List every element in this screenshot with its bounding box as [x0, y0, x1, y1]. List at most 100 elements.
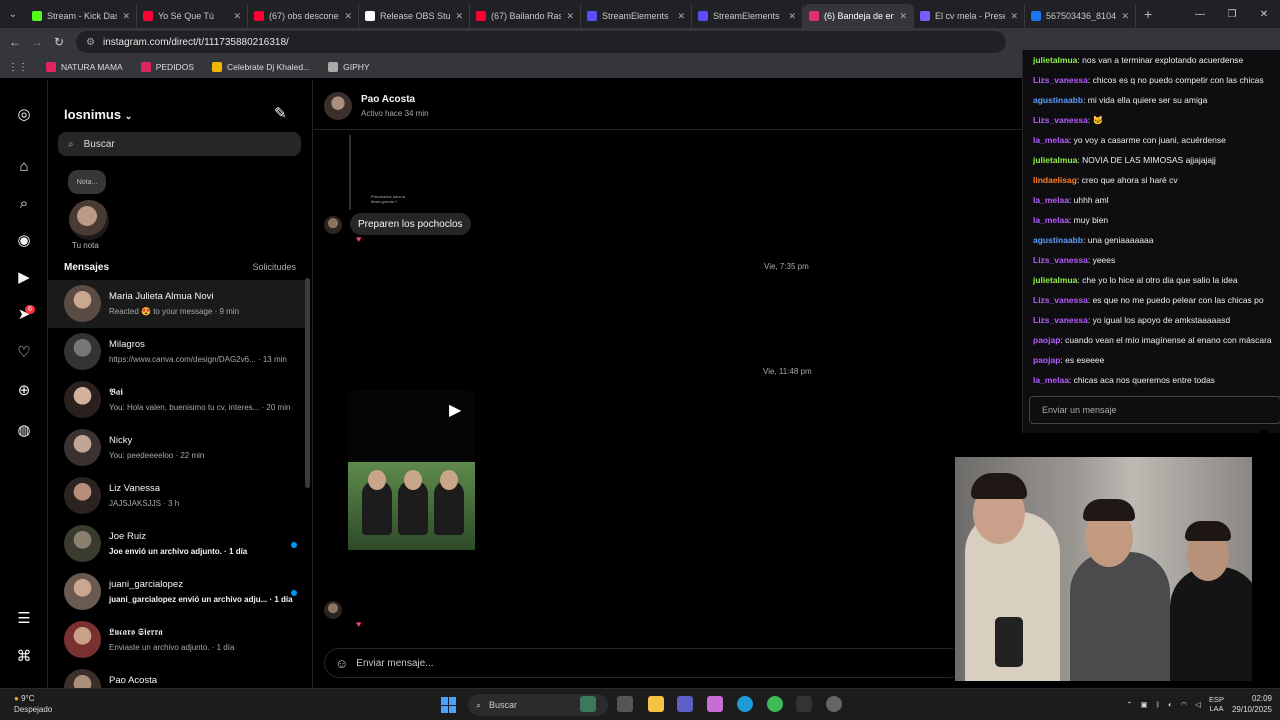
tab-close-icon[interactable]: ✕ — [455, 11, 463, 22]
audio-icon[interactable]: ◐ — [1168, 700, 1173, 709]
site-info-icon[interactable]: ⚙ — [86, 37, 95, 48]
stream-chat-input[interactable]: Enviar un mensaje — [1029, 396, 1280, 424]
capcut-icon[interactable] — [796, 696, 812, 712]
chat-username[interactable]: Lizs_vanessa — [1033, 75, 1088, 85]
message-input[interactable]: ☺ Enviar mensaje... — [324, 648, 964, 678]
explore-icon[interactable]: ◉ — [14, 230, 34, 250]
conversation-item[interactable]: Maria Julieta Almua Novi Reacted 😍 to you… — [48, 280, 306, 328]
heart-reaction-icon[interactable]: ♥ — [356, 619, 368, 629]
conversation-item[interactable]: juani_garcialopez juani_garcialopez envió… — [48, 568, 306, 616]
bluetooth-icon[interactable]: ᛒ — [1156, 700, 1161, 709]
avatar[interactable] — [324, 92, 352, 120]
chat-username[interactable]: agustinaabb — [1033, 235, 1083, 245]
conversation-item[interactable]: Milagros https://www.canva.com/design/DAG… — [48, 328, 306, 376]
note-bubble[interactable]: Nota... — [68, 170, 106, 194]
message-bubble[interactable]: Preparen los pochoclos — [350, 213, 471, 235]
url-field[interactable]: ⚙ instagram.com/direct/t/111735880216318… — [76, 31, 1006, 53]
profile-icon[interactable]: ◍ — [14, 420, 34, 440]
new-tab-button[interactable]: + — [1144, 6, 1152, 22]
chat-username[interactable]: Lizs_vanessa — [1033, 315, 1088, 325]
video-thumbnail[interactable] — [348, 462, 475, 550]
close-window-icon[interactable]: ✕ — [1248, 0, 1280, 28]
tab-close-icon[interactable]: ✕ — [1010, 11, 1018, 22]
chat-username[interactable]: la_melaa — [1033, 135, 1069, 145]
tab-close-icon[interactable]: ✕ — [899, 11, 907, 22]
tab-close-icon[interactable]: ✕ — [788, 11, 796, 22]
conversation-item[interactable]: Pao Acosta — [48, 664, 306, 688]
conversation-item[interactable]: Nicky You: peedeeeeloo · 22 min — [48, 424, 306, 472]
heart-reaction-icon[interactable]: ♥ — [356, 234, 368, 244]
browser-tab[interactable]: (67) Bailando Raspu ✕ — [470, 4, 581, 28]
chat-username[interactable]: Lizs_vanessa — [1033, 255, 1088, 265]
chat-username[interactable]: la_melaa — [1033, 195, 1069, 205]
back-icon[interactable]: ← — [4, 35, 26, 49]
chrome-icon[interactable] — [767, 696, 783, 712]
bookmark-giphy[interactable]: GIPHY — [328, 62, 370, 72]
conversation-item[interactable]: Joe Ruiz Joe envió un archivo adjunto. · … — [48, 520, 306, 568]
avatar[interactable] — [69, 200, 109, 240]
bookmark-celebrate[interactable]: Celebrate Dj Khaled... — [211, 62, 310, 72]
scrollbar[interactable] — [1260, 430, 1268, 640]
weather-widget[interactable]: ● 9°C Despejado — [14, 693, 52, 715]
task-view-icon[interactable] — [617, 696, 633, 712]
bookmark-natura-mama[interactable]: NATURA MAMA — [46, 62, 123, 72]
chat-username[interactable]: agustinaabb — [1033, 95, 1083, 105]
chat-username[interactable]: julietalmua — [1033, 155, 1077, 165]
maximize-icon[interactable]: ❐ — [1216, 0, 1248, 28]
requests-link[interactable]: Solicitudes — [252, 262, 296, 272]
volume-icon[interactable]: ◁ — [1195, 700, 1201, 709]
widgets-icon[interactable] — [580, 696, 596, 712]
forward-icon[interactable]: → — [26, 35, 48, 49]
browser-tab[interactable]: (6) Bandeja de entrada ✕ — [803, 4, 914, 28]
apps-icon[interactable]: ⋮⋮ — [8, 62, 28, 73]
menu-icon[interactable]: ☰ — [14, 608, 34, 628]
bookmark-pedidos[interactable]: PEDIDOS — [140, 62, 194, 72]
conversation-item[interactable]: 𝕭𝖆𝖎 You: Hola valen, buenisimo tu cv, int… — [48, 376, 306, 424]
reload-icon[interactable]: ↻ — [48, 35, 70, 49]
chat-username[interactable]: julietalmua — [1033, 275, 1077, 285]
language-indicator[interactable]: ESP LAA — [1209, 695, 1224, 713]
browser-tab[interactable]: Release OBS Studio ✕ — [359, 4, 470, 28]
create-icon[interactable]: ⊕ — [14, 380, 34, 400]
chat-username[interactable]: Lizs_vanessa — [1033, 295, 1088, 305]
network-icon[interactable]: ▣ — [1140, 700, 1147, 709]
tab-search-icon[interactable]: ⌄ — [0, 0, 26, 28]
browser-tab[interactable]: StreamElements ✕ — [692, 4, 803, 28]
copilot-icon[interactable] — [707, 696, 723, 712]
browser-tab[interactable]: (67) obs desconectado ✕ — [248, 4, 359, 28]
tab-close-icon[interactable]: ✕ — [122, 11, 130, 22]
minimize-icon[interactable]: — — [1184, 0, 1216, 28]
tab-close-icon[interactable]: ✕ — [677, 11, 685, 22]
chevron-up-icon[interactable]: ⌃ — [1126, 700, 1132, 709]
account-switcher[interactable]: losnimus ⌄ — [64, 107, 132, 122]
threads-icon[interactable]: ⌘ — [14, 646, 34, 666]
browser-tab[interactable]: Stream - Kick Dash ✕ — [26, 4, 137, 28]
instagram-logo-icon[interactable]: ◎ — [14, 104, 34, 124]
play-icon[interactable]: ▶ — [449, 400, 465, 419]
tab-close-icon[interactable]: ✕ — [233, 11, 241, 22]
chat-username[interactable]: paojap — [1033, 355, 1060, 365]
emoji-icon[interactable]: ☺ — [335, 656, 348, 671]
search-input[interactable]: ⌕ Buscar — [58, 132, 301, 156]
browser-tab[interactable]: 567503436_8104 ✕ — [1025, 4, 1136, 28]
browser-tab[interactable]: StreamElements ✕ — [581, 4, 692, 28]
browser-tab[interactable]: El cv mela - Prese ✕ — [914, 4, 1025, 28]
wifi-icon[interactable]: ◠ — [1181, 700, 1188, 709]
clock[interactable]: 02:09 29/10/2025 — [1232, 693, 1272, 715]
chat-contact-name[interactable]: Pao Acosta — [361, 94, 415, 105]
file-explorer-icon[interactable] — [648, 696, 664, 712]
scrollbar[interactable] — [305, 278, 310, 488]
chat-username[interactable]: la_melaa — [1033, 375, 1069, 385]
tab-close-icon[interactable]: ✕ — [344, 11, 352, 22]
chat-username[interactable]: paojap — [1033, 335, 1060, 345]
conversation-item[interactable]: Liz Vanessa JAJSJAKSJJS · 3 h — [48, 472, 306, 520]
search-icon[interactable]: ⌕ — [14, 193, 34, 213]
tab-close-icon[interactable]: ✕ — [566, 11, 574, 22]
start-button[interactable] — [441, 697, 457, 713]
browser-tab[interactable]: Yo Sé Que Tú ✕ — [137, 4, 248, 28]
teams-icon[interactable] — [677, 696, 693, 712]
notifications-heart-icon[interactable]: ♡ — [14, 342, 34, 362]
chat-username[interactable]: lindaelisag — [1033, 175, 1077, 185]
chat-username[interactable]: julietalmua — [1033, 55, 1077, 65]
tab-close-icon[interactable]: ✕ — [1121, 11, 1129, 22]
